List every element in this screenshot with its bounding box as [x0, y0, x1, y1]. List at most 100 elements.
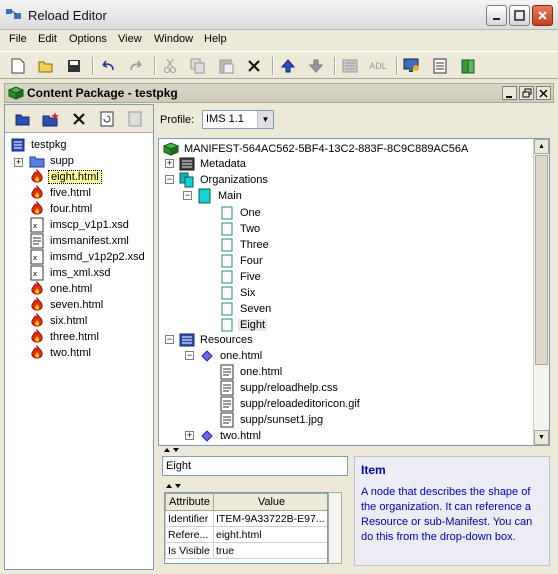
tree-node-item[interactable]: One: [219, 205, 263, 221]
list-item[interactable]: three.html: [29, 329, 101, 345]
scroll-down-icon[interactable]: ▼: [534, 430, 549, 445]
preview-button[interactable]: [402, 56, 422, 76]
tree-node-resource[interactable]: one.html: [199, 348, 264, 364]
new-button[interactable]: [8, 56, 28, 76]
tree-node-item[interactable]: Seven: [219, 301, 273, 317]
collapse-main-icon[interactable]: −: [183, 191, 192, 200]
tree-root-testpkg[interactable]: testpkg: [10, 137, 68, 153]
collapse-resource-icon[interactable]: −: [185, 351, 194, 360]
refresh-button[interactable]: [97, 109, 117, 129]
list-item[interactable]: supp: [29, 153, 76, 169]
close-button[interactable]: [532, 5, 553, 26]
maximize-button[interactable]: [509, 5, 530, 26]
tree-node-organizations[interactable]: Organizations: [179, 172, 270, 188]
profile-dropdown[interactable]: IMS 1.1 ▼: [202, 110, 274, 129]
copy-button[interactable]: [188, 56, 208, 76]
list-item[interactable]: imsmanifest.xml: [29, 233, 131, 249]
editor-splitter[interactable]: [158, 446, 550, 454]
book-button[interactable]: [458, 56, 478, 76]
collapse-arrows-icon[interactable]: [164, 482, 184, 490]
list-item[interactable]: x imsmd_v1p2p2.xsd: [29, 249, 147, 265]
file-properties-button[interactable]: [125, 109, 145, 129]
undo-button[interactable]: [98, 56, 118, 76]
delete-file-button[interactable]: [69, 109, 89, 129]
panel-restore-button[interactable]: [519, 86, 534, 100]
list-item-label: eight.html: [48, 170, 102, 184]
menu-file[interactable]: File: [9, 33, 27, 45]
import-button[interactable]: [13, 109, 33, 129]
attribute-value[interactable]: true: [213, 542, 327, 559]
paste-button[interactable]: [216, 56, 236, 76]
menu-window[interactable]: Window: [154, 33, 193, 45]
scroll-up-icon[interactable]: ▲: [534, 139, 549, 154]
menu-help[interactable]: Help: [204, 33, 227, 45]
menu-view[interactable]: View: [118, 33, 142, 45]
column-header-attribute[interactable]: Attribute: [165, 493, 214, 511]
profile-bar: Profile: IMS 1.1 ▼: [158, 104, 554, 134]
tree-node-file[interactable]: supp/reloadeditoricon.gif: [219, 396, 362, 412]
tree-node-file[interactable]: supp/reloadhelp.css: [219, 380, 340, 396]
organizations-icon: [179, 172, 195, 188]
tree-node-item[interactable]: Three: [219, 237, 271, 253]
attribute-value[interactable]: ITEM-9A33722B-E97...: [213, 510, 327, 527]
adl-button[interactable]: ADL: [366, 56, 390, 76]
open-folder-icon: [15, 114, 30, 126]
metadata-button[interactable]: [340, 56, 360, 76]
list-item[interactable]: five.html: [29, 185, 93, 201]
document-list-icon: [433, 58, 447, 74]
table-row[interactable]: Is Visible true: [165, 542, 327, 559]
attribute-scrollbar[interactable]: [328, 492, 342, 564]
tree-node-label: MANIFEST-564AC562-5BF4-13C2-883F-8C9C889…: [184, 143, 469, 155]
move-down-button[interactable]: [306, 56, 326, 76]
tree-node-resource[interactable]: two.html: [199, 428, 263, 444]
list-item[interactable]: x imscp_v1p1.xsd: [29, 217, 131, 233]
new-folder-button[interactable]: [41, 109, 61, 129]
properties-button[interactable]: [430, 56, 450, 76]
list-item[interactable]: eight.html: [29, 169, 102, 185]
open-button[interactable]: [36, 56, 56, 76]
tree-node-file[interactable]: supp/sunset1.jpg: [219, 412, 325, 428]
expand-metadata-icon[interactable]: +: [165, 159, 174, 168]
redo-button[interactable]: [126, 56, 146, 76]
expand-supp-icon[interactable]: +: [14, 158, 23, 167]
list-item[interactable]: seven.html: [29, 297, 105, 313]
tree-node-main[interactable]: Main: [197, 188, 244, 204]
tree-node-metadata[interactable]: Metadata: [179, 156, 248, 172]
list-item[interactable]: x ims_xml.xsd: [29, 265, 113, 281]
tree-node-item[interactable]: Five: [219, 269, 263, 285]
panel-minimize-button[interactable]: [502, 86, 517, 100]
tree-node-label: Five: [240, 271, 261, 283]
tree-node-item[interactable]: Six: [219, 285, 257, 301]
tree-node-item[interactable]: Four: [219, 253, 265, 269]
save-button[interactable]: [64, 56, 84, 76]
menu-options[interactable]: Options: [69, 33, 107, 45]
delete-button[interactable]: [244, 56, 264, 76]
cut-button[interactable]: [160, 56, 180, 76]
tree-node-item[interactable]: Two: [219, 221, 262, 237]
menu-edit[interactable]: Edit: [38, 33, 57, 45]
list-item-label: five.html: [50, 187, 91, 199]
scroll-thumb[interactable]: [535, 155, 548, 365]
minimize-button[interactable]: [486, 5, 507, 26]
tree-node-manifest[interactable]: MANIFEST-564AC562-5BF4-13C2-883F-8C9C889…: [163, 141, 470, 157]
collapse-organizations-icon[interactable]: −: [165, 175, 174, 184]
attribute-value[interactable]: eight.html: [213, 526, 327, 543]
panel-close-button[interactable]: [536, 86, 551, 100]
list-item[interactable]: four.html: [29, 201, 94, 217]
tree-node-label: two.html: [220, 430, 261, 442]
tree-node-resources[interactable]: Resources: [179, 332, 255, 348]
list-item[interactable]: one.html: [29, 281, 94, 297]
collapse-resources-icon[interactable]: −: [165, 335, 174, 344]
table-row[interactable]: Identifier ITEM-9A33722B-E97...: [165, 510, 327, 527]
tree-node-item[interactable]: Eight: [219, 317, 268, 333]
minimize-icon: [493, 18, 500, 20]
manifest-scrollbar[interactable]: ▲ ▼: [533, 139, 549, 445]
expand-resource-icon[interactable]: +: [185, 431, 194, 440]
table-row[interactable]: Refere... eight.html: [165, 526, 327, 543]
item-title-field[interactable]: Eight: [162, 456, 348, 476]
list-item[interactable]: six.html: [29, 313, 89, 329]
column-header-value[interactable]: Value: [213, 493, 327, 511]
tree-node-file[interactable]: one.html: [219, 364, 284, 380]
move-up-button[interactable]: [278, 56, 298, 76]
list-item[interactable]: two.html: [29, 345, 93, 361]
